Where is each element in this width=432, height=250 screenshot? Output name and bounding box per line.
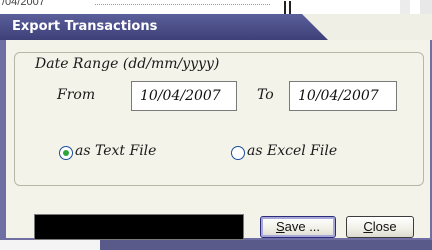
export-transactions-dialog: Export Transactions Date Range (dd/mm/yy…: [0, 14, 432, 240]
radio-selected-dot: [63, 150, 69, 156]
background-bottom-bar: [100, 240, 432, 250]
save-mnemonic: S: [275, 219, 285, 234]
dialog-title: Export Transactions: [12, 19, 158, 34]
background-marks: [284, 0, 296, 14]
background-dotted-line: [95, 4, 270, 6]
to-label: To: [257, 87, 274, 103]
date-range-legend: Date Range (dd/mm/yyyy): [31, 56, 224, 72]
background-columns: [400, 0, 432, 14]
close-mnemonic: C: [363, 219, 373, 234]
dialog-client-area: Date Range (dd/mm/yyyy) From 10/04/2007 …: [6, 40, 430, 240]
save-label: ave ...: [284, 219, 321, 234]
background-date-text: /04/2007: [2, 0, 45, 8]
date-range-groupbox: Date Range (dd/mm/yyyy) From 10/04/2007 …: [14, 52, 424, 186]
close-label: lose: [372, 219, 397, 234]
radio-excel-file[interactable]: [231, 146, 245, 160]
dialog-titlebar[interactable]: Export Transactions: [0, 14, 432, 40]
text-file-label[interactable]: as Text File: [75, 143, 156, 159]
save-button[interactable]: Save ...: [260, 216, 336, 238]
excel-file-label[interactable]: as Excel File: [247, 143, 337, 159]
status-display: [34, 214, 244, 240]
to-date-input[interactable]: 10/04/2007: [289, 81, 397, 111]
close-button[interactable]: Close: [346, 216, 414, 238]
background-window-strip: /04/2007: [0, 0, 432, 14]
from-date-input[interactable]: 10/04/2007: [131, 81, 237, 111]
radio-text-file[interactable]: [59, 146, 73, 160]
from-label: From: [57, 87, 96, 103]
